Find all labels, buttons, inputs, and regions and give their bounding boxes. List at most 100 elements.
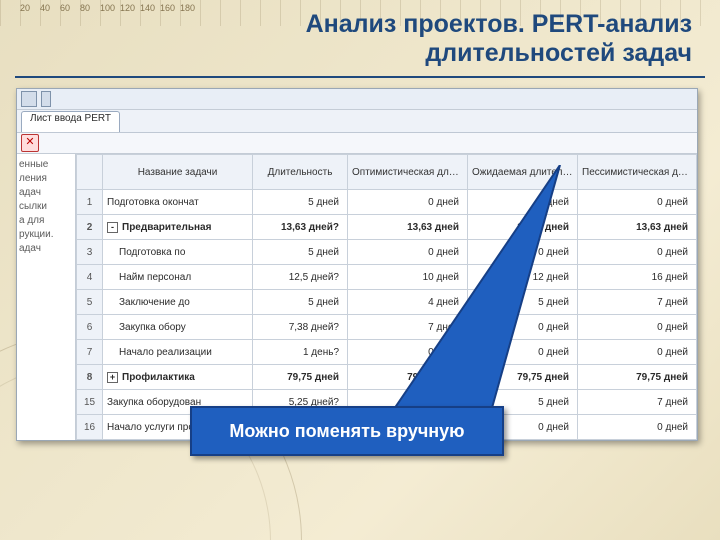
ruler-mark: 100 bbox=[100, 3, 115, 13]
ruler-mark: 60 bbox=[60, 3, 70, 13]
cell-duration[interactable]: 13,63 дней bbox=[348, 215, 468, 240]
tab-bar: Лист ввода PERT bbox=[17, 110, 697, 133]
cell-duration[interactable]: 79,75 дней bbox=[253, 365, 348, 390]
cell-duration[interactable]: 7 дней bbox=[578, 390, 697, 415]
ruler-mark: 120 bbox=[120, 3, 135, 13]
col-header[interactable]: Длительность bbox=[253, 155, 348, 190]
side-panel-line: адач bbox=[19, 186, 73, 200]
cell-duration[interactable]: 10 дней bbox=[348, 265, 468, 290]
task-name: Начало услуги прок bbox=[107, 422, 198, 433]
side-panel-text: енныеленияадачсылкиа длярукции.адач bbox=[17, 154, 76, 440]
cell-duration[interactable]: 0 дней bbox=[578, 340, 697, 365]
row-number: 6 bbox=[77, 315, 103, 340]
cell-duration[interactable]: 79,75 дней bbox=[348, 365, 468, 390]
row-number: 2 bbox=[77, 215, 103, 240]
cell-duration[interactable]: 7,38 дней? bbox=[253, 315, 348, 340]
title-line-1: Анализ проектов. PERT-анализ bbox=[306, 10, 692, 38]
cell-duration[interactable]: 16 дней bbox=[578, 265, 697, 290]
col-header[interactable]: Оптимистическая длительность bbox=[348, 155, 468, 190]
pert-table: Название задачиДлительностьОптимистическ… bbox=[76, 154, 697, 440]
cell-name[interactable]: Начало реализации bbox=[103, 340, 253, 365]
callout-box: Можно поменять вручную bbox=[190, 406, 504, 456]
cell-duration[interactable]: 13,63 дней bbox=[468, 215, 578, 240]
cell-name[interactable]: -Предварительная bbox=[103, 215, 253, 240]
slide-title: Анализ проектов. PERT-анализ длительност… bbox=[150, 10, 692, 68]
task-name: Предварительная bbox=[122, 222, 211, 233]
cell-duration[interactable]: 12 дней bbox=[468, 265, 578, 290]
cell-duration[interactable]: 7 дней bbox=[578, 290, 697, 315]
row-number: 8 bbox=[77, 365, 103, 390]
row-number: 15 bbox=[77, 390, 103, 415]
task-name: Заключение до bbox=[119, 297, 190, 308]
cell-duration[interactable]: 0 дней bbox=[468, 190, 578, 215]
cell-duration[interactable]: 79,75 дней bbox=[468, 365, 578, 390]
cell-duration[interactable]: 0 дней bbox=[578, 315, 697, 340]
task-name: Начало реализации bbox=[119, 347, 212, 358]
cell-name[interactable]: Заключение до bbox=[103, 290, 253, 315]
table-row[interactable]: 8+Профилактика79,75 дней79,75 дней79,75 … bbox=[77, 365, 697, 390]
cell-duration[interactable]: 7 дней bbox=[348, 315, 468, 340]
cell-name[interactable]: Подготовка по bbox=[103, 240, 253, 265]
table-row[interactable]: 6Закупка обору7,38 дней?7 дней0 дней0 дн… bbox=[77, 315, 697, 340]
collapse-icon[interactable]: - bbox=[107, 222, 118, 233]
row-number: 4 bbox=[77, 265, 103, 290]
table-row[interactable]: 7Начало реализации1 день?0 дней0 дней0 д… bbox=[77, 340, 697, 365]
col-header[interactable]: Пессимистическая длительность bbox=[578, 155, 697, 190]
cell-duration[interactable]: 0 дней bbox=[468, 340, 578, 365]
cell-duration[interactable]: 0 дней bbox=[348, 340, 468, 365]
cell-duration[interactable]: 5 дней bbox=[468, 290, 578, 315]
ruler-mark: 20 bbox=[20, 3, 30, 13]
cell-duration[interactable]: 1 день? bbox=[253, 340, 348, 365]
side-panel-line: енные bbox=[19, 158, 73, 172]
title-line-2: длительностей задач bbox=[425, 39, 692, 67]
close-icon[interactable]: ✕ bbox=[21, 134, 39, 152]
ruler-mark: 40 bbox=[40, 3, 50, 13]
table-row[interactable]: 5Заключение до5 дней4 дней5 дней7 дней bbox=[77, 290, 697, 315]
cell-duration[interactable]: 4 дней bbox=[348, 290, 468, 315]
cell-duration[interactable]: 12,5 дней? bbox=[253, 265, 348, 290]
col-rownum[interactable] bbox=[77, 155, 103, 190]
cell-duration[interactable]: 13,63 дней bbox=[578, 215, 697, 240]
cell-duration[interactable]: 0 дней bbox=[578, 190, 697, 215]
cell-duration[interactable]: 0 дней bbox=[468, 240, 578, 265]
toolbar-dropdown-icon[interactable] bbox=[41, 91, 51, 107]
cell-duration[interactable]: 0 дней bbox=[578, 240, 697, 265]
toolbar-icon[interactable] bbox=[21, 91, 37, 107]
cell-duration[interactable]: 0 дней bbox=[348, 190, 468, 215]
cell-duration[interactable]: 5 дней bbox=[253, 190, 348, 215]
cell-duration[interactable]: 5 дней bbox=[253, 290, 348, 315]
table-row[interactable]: 1Подготовка окончат5 дней0 дней0 дней0 д… bbox=[77, 190, 697, 215]
side-panel-line: адач bbox=[19, 242, 73, 256]
col-header[interactable]: Ожидаемая длительность bbox=[468, 155, 578, 190]
cell-duration[interactable]: 0 дней bbox=[348, 240, 468, 265]
row-number: 3 bbox=[77, 240, 103, 265]
table-row[interactable]: 2-Предварительная13,63 дней?13,63 дней13… bbox=[77, 215, 697, 240]
cell-duration[interactable]: 5 дней bbox=[253, 240, 348, 265]
task-name: Подготовка окончат bbox=[107, 197, 199, 208]
table-row[interactable]: 3Подготовка по5 дней0 дней0 дней0 дней bbox=[77, 240, 697, 265]
cell-name[interactable]: Подготовка окончат bbox=[103, 190, 253, 215]
col-header[interactable]: Название задачи bbox=[103, 155, 253, 190]
tab-pert-sheet[interactable]: Лист ввода PERT bbox=[21, 111, 120, 132]
cell-duration[interactable]: 13,63 дней? bbox=[253, 215, 348, 240]
row-number: 16 bbox=[77, 415, 103, 440]
cell-name[interactable]: Найм персонал bbox=[103, 265, 253, 290]
cell-duration[interactable]: 0 дней bbox=[468, 315, 578, 340]
cell-name[interactable]: + Профилактика bbox=[103, 365, 253, 390]
task-name: Закупка оборудован bbox=[107, 397, 201, 408]
pert-window: Лист ввода PERT ✕ енныеленияадачсылкиа д… bbox=[16, 88, 698, 441]
row-number: 1 bbox=[77, 190, 103, 215]
side-panel-line: сылки bbox=[19, 200, 73, 214]
title-underline bbox=[15, 76, 705, 78]
table-row[interactable]: 4Найм персонал12,5 дней?10 дней12 дней16… bbox=[77, 265, 697, 290]
side-panel-line: рукции. bbox=[19, 228, 73, 242]
cell-duration[interactable]: 0 дней bbox=[578, 415, 697, 440]
ruler-mark: 80 bbox=[80, 3, 90, 13]
task-name: Профилактика bbox=[122, 372, 195, 383]
expand-icon[interactable]: + bbox=[107, 372, 118, 383]
cell-duration[interactable]: 79,75 дней bbox=[578, 365, 697, 390]
task-name: Подготовка по bbox=[119, 247, 185, 258]
cell-name[interactable]: Закупка обору bbox=[103, 315, 253, 340]
callout-text: Можно поменять вручную bbox=[229, 421, 464, 442]
row-number: 7 bbox=[77, 340, 103, 365]
